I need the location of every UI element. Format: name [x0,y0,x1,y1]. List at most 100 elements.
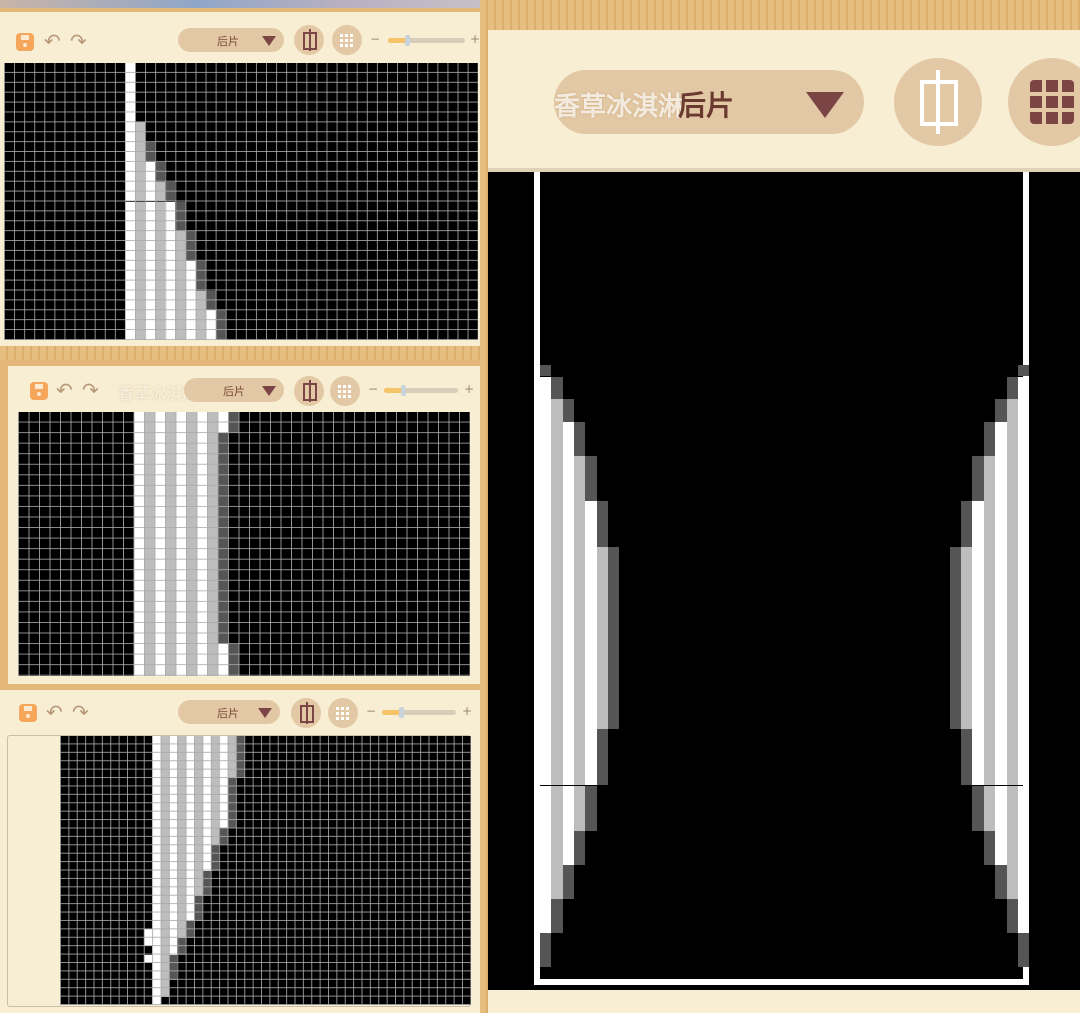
pixel-cell[interactable] [177,862,186,871]
pixel-cell-left[interactable] [585,603,597,616]
pixel-cell-left[interactable] [562,865,574,877]
pixel-cell-left[interactable] [539,399,552,411]
pixel-cell[interactable] [177,828,186,837]
pixel-cell[interactable] [227,769,237,779]
pixel-cell-left[interactable] [551,524,563,536]
mirror-button[interactable] [894,58,982,146]
pixel-cell[interactable] [165,181,176,192]
pixel-cell-left[interactable] [551,456,563,468]
pixel-cell[interactable] [175,221,186,232]
pixel-white[interactable] [133,443,145,455]
pixel-cell-left[interactable] [539,853,552,866]
pixel-cell[interactable] [145,211,156,222]
pixel-cell[interactable] [154,485,166,497]
pixel-cell-right[interactable] [972,637,984,650]
pixel-cell-left[interactable] [573,467,586,479]
pixel-cell[interactable] [165,310,176,321]
pixel-cell-left[interactable] [539,751,552,763]
pixel-cell-right[interactable] [995,796,1007,809]
pixel-cell-right[interactable] [995,751,1007,763]
pixel-cell[interactable] [217,570,229,581]
pixel-cell[interactable] [186,559,197,571]
pixel-cell[interactable] [155,280,166,291]
pixel-cell-left[interactable] [551,512,563,525]
pixel-white[interactable] [125,191,136,202]
pixel-cell[interactable] [207,549,218,560]
pixel-cell[interactable] [196,422,208,434]
pixel-cell[interactable] [194,836,203,846]
pixel-cell[interactable] [175,485,187,497]
pixel-cell-left[interactable] [539,955,552,968]
pixel-cell-left[interactable] [562,490,574,502]
pixel-cell-left[interactable] [573,853,586,866]
pixel-cell-left[interactable] [539,944,552,956]
pixel-cell[interactable] [175,517,187,529]
pixel-cell[interactable] [207,517,218,529]
pixel-cell-right[interactable] [1006,660,1018,672]
pixel-cell[interactable] [175,433,187,444]
pixel-cell-right[interactable] [983,796,996,809]
pixel-cell-right[interactable] [983,478,996,491]
pixel-cell-right[interactable] [949,660,962,672]
pixel-cell[interactable] [135,171,146,182]
pixel-cell[interactable] [217,528,229,539]
pixel-cell[interactable] [165,221,176,232]
pixel-cell-left[interactable] [551,842,563,854]
pixel-cell[interactable] [194,769,203,779]
pixel-cell-right[interactable] [961,546,973,559]
pixel-cell-right[interactable] [983,535,996,547]
pixel-cell[interactable] [160,744,170,753]
pixel-cell-right[interactable] [961,751,973,763]
pixel-cell-left[interactable] [562,467,574,479]
pixel-cell-right[interactable] [995,842,1007,854]
pixel-cell[interactable] [236,752,245,762]
pixel-cell-right[interactable] [995,592,1007,604]
pixel-cell[interactable] [154,623,166,634]
pixel-cell-left[interactable] [539,830,552,843]
pixel-cell-right[interactable] [1017,456,1030,468]
pixel-cell[interactable] [144,580,155,592]
pixel-cell-left[interactable] [539,467,552,479]
pixel-white[interactable] [152,870,161,879]
pixel-cell[interactable] [210,862,220,871]
pixel-cell[interactable] [196,433,208,444]
pixel-cell[interactable] [185,778,195,787]
pixel-cell[interactable] [169,954,178,963]
pixel-cell[interactable] [135,300,146,311]
pixel-cell-right[interactable] [983,694,996,706]
pixel-cell[interactable] [155,320,166,331]
pixel-cell[interactable] [207,538,218,550]
pixel-cell-left[interactable] [551,740,563,752]
pixel-cell[interactable] [154,517,166,529]
pixel-cell-right[interactable] [983,830,996,843]
pixel-cell-right[interactable] [1006,569,1018,581]
pixel-cell[interactable] [185,836,195,846]
pixel-cell[interactable] [154,612,166,624]
pixel-cell-left[interactable] [551,705,563,718]
pixel-cell[interactable] [160,828,170,837]
pixel-cell[interactable] [185,270,196,281]
pixel-white[interactable] [133,570,145,581]
pixel-cell-right[interactable] [1006,705,1018,718]
pixel-cell[interactable] [202,828,211,837]
pixel-white[interactable] [125,300,136,311]
pixel-cell-right[interactable] [1017,671,1030,684]
pixel-cell[interactable] [196,602,208,613]
pixel-cell[interactable] [185,820,195,829]
pixel-cell-left[interactable] [539,921,552,934]
pixel-cell[interactable] [144,507,155,518]
pixel-cell-left[interactable] [562,717,574,729]
pixel-cell[interactable] [165,485,176,497]
pixel-cell-right[interactable] [995,444,1007,457]
pixel-cell-right[interactable] [983,592,996,604]
pixel-cell[interactable] [185,845,195,854]
pixel-cell-left[interactable] [551,899,563,911]
pixel-cell-right[interactable] [961,717,973,729]
pixel-cell-right[interactable] [1017,865,1030,877]
grid-toggle-button[interactable] [328,698,358,728]
pixel-cell[interactable] [202,836,211,846]
pixel-cell-right[interactable] [1006,796,1018,809]
pixel-cell[interactable] [177,887,186,896]
pixel-cell-right[interactable] [1017,581,1030,593]
pixel-cell-right[interactable] [995,433,1007,445]
